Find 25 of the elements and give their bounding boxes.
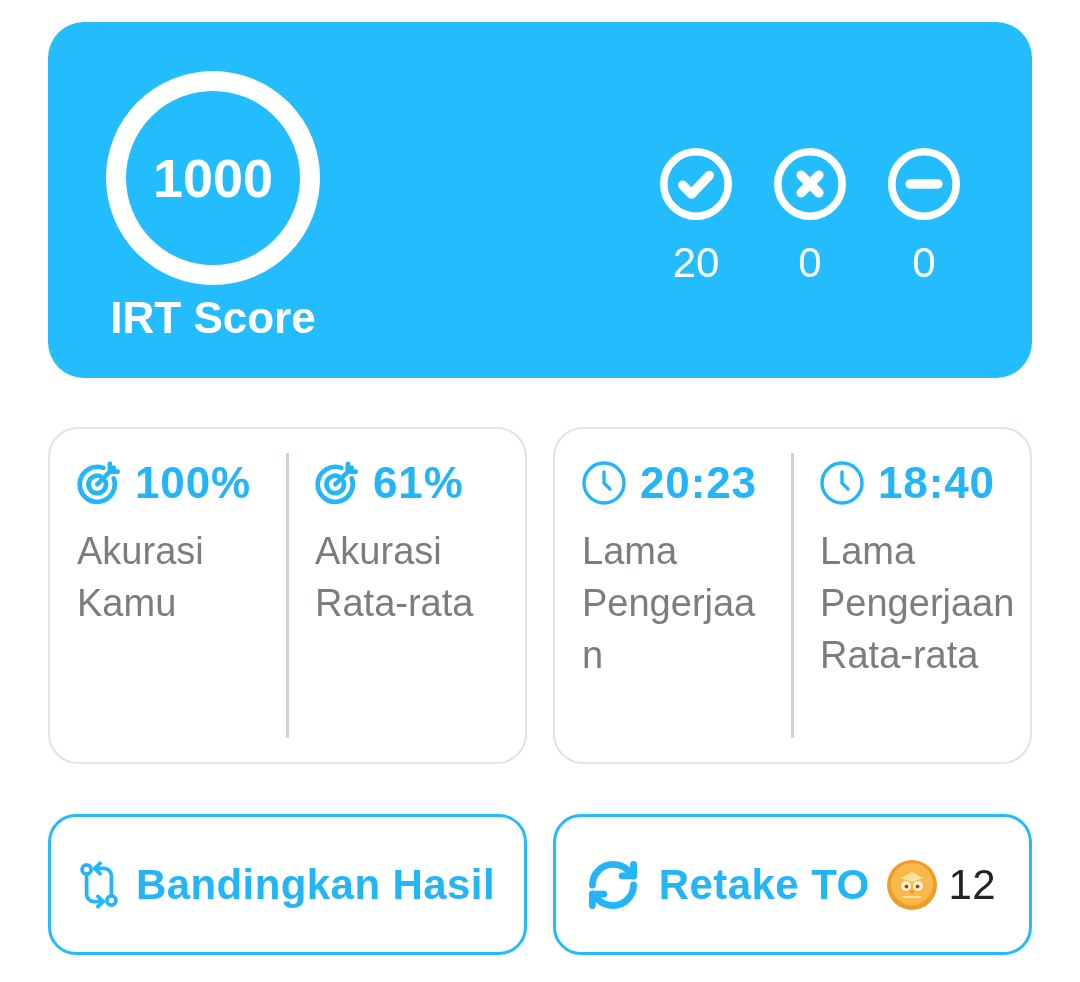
x-circle-icon xyxy=(774,148,846,220)
clock-icon xyxy=(820,461,864,505)
stat-value: 100% xyxy=(135,460,252,506)
coin-cost: 12 xyxy=(948,860,997,910)
target-arrow-icon xyxy=(315,461,359,505)
minus-circle-icon xyxy=(888,148,960,220)
score-value: 1000 xyxy=(152,148,274,208)
answer-count: 0 xyxy=(798,241,822,285)
stat-label: Lama Pengerjaan Rata-rata xyxy=(820,529,1016,678)
score-label: IRT Score xyxy=(110,293,316,343)
stat-value: 20:23 xyxy=(640,460,757,506)
answer-count: 0 xyxy=(912,241,936,285)
stat-value: 61% xyxy=(373,460,464,506)
compare-arrows-icon xyxy=(79,860,118,909)
clock-icon xyxy=(582,461,626,505)
stat-label: Akurasi Kamu xyxy=(77,529,205,626)
check-circle-icon xyxy=(660,148,732,220)
target-arrow-icon xyxy=(77,461,121,505)
refresh-icon xyxy=(588,860,637,909)
answer-count: 20 xyxy=(672,241,720,285)
stat-label: Akurasi Rata-rata xyxy=(315,529,475,626)
retake-button[interactable]: Retake TO 12 xyxy=(553,814,1032,955)
stat-label: Lama Pengerjaan xyxy=(582,529,757,678)
stat-value: 18:40 xyxy=(878,460,995,506)
coin-icon xyxy=(886,859,937,910)
